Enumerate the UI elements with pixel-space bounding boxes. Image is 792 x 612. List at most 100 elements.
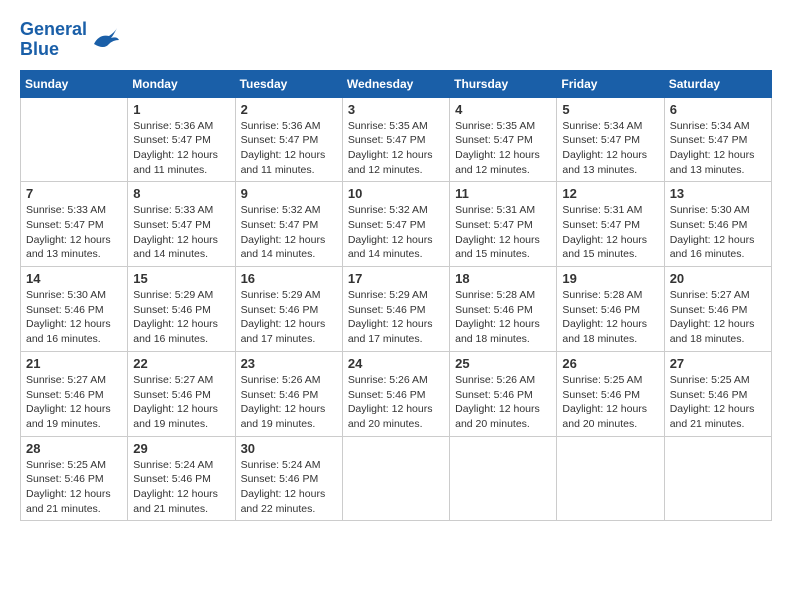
calendar-cell — [450, 436, 557, 521]
calendar-cell: 21 Sunrise: 5:27 AM Sunset: 5:46 PM Dayli… — [21, 351, 128, 436]
calendar-cell: 27 Sunrise: 5:25 AM Sunset: 5:46 PM Dayli… — [664, 351, 771, 436]
calendar-cell: 12 Sunrise: 5:31 AM Sunset: 5:47 PM Dayli… — [557, 182, 664, 267]
day-number: 25 — [455, 356, 551, 371]
calendar-cell: 29 Sunrise: 5:24 AM Sunset: 5:46 PM Dayli… — [128, 436, 235, 521]
day-info: Sunrise: 5:24 AM Sunset: 5:46 PM Dayligh… — [241, 458, 337, 517]
weekday-friday: Friday — [557, 70, 664, 97]
day-info: Sunrise: 5:33 AM Sunset: 5:47 PM Dayligh… — [133, 203, 229, 262]
weekday-wednesday: Wednesday — [342, 70, 449, 97]
day-number: 22 — [133, 356, 229, 371]
calendar-cell: 10Sunrise: 5:32 AM Sunset: 5:47 PM Dayli… — [342, 182, 449, 267]
day-number: 27 — [670, 356, 766, 371]
day-number: 10 — [348, 186, 444, 201]
day-number: 9 — [241, 186, 337, 201]
calendar-cell: 26 Sunrise: 5:25 AM Sunset: 5:46 PM Dayli… — [557, 351, 664, 436]
calendar-cell: 13Sunrise: 5:30 AM Sunset: 5:46 PM Dayli… — [664, 182, 771, 267]
calendar-cell: 3 Sunrise: 5:35 AM Sunset: 5:47 PM Daylig… — [342, 97, 449, 182]
calendar-cell: 4Sunrise: 5:35 AM Sunset: 5:47 PM Daylig… — [450, 97, 557, 182]
day-info: Sunrise: 5:36 AM Sunset: 5:47 PM Dayligh… — [133, 119, 229, 178]
day-info: Sunrise: 5:28 AM Sunset: 5:46 PM Dayligh… — [562, 288, 658, 347]
week-row-4: 21 Sunrise: 5:27 AM Sunset: 5:46 PM Dayli… — [21, 351, 772, 436]
day-info: Sunrise: 5:27 AM Sunset: 5:46 PM Dayligh… — [670, 288, 766, 347]
day-info: Sunrise: 5:27 AM Sunset: 5:46 PM Dayligh… — [133, 373, 229, 432]
calendar-cell — [664, 436, 771, 521]
calendar-cell: 1 Sunrise: 5:36 AM Sunset: 5:47 PM Daylig… — [128, 97, 235, 182]
day-number: 30 — [241, 441, 337, 456]
day-info: Sunrise: 5:28 AM Sunset: 5:46 PM Dayligh… — [455, 288, 551, 347]
week-row-1: 1 Sunrise: 5:36 AM Sunset: 5:47 PM Daylig… — [21, 97, 772, 182]
day-number: 6 — [670, 102, 766, 117]
calendar-cell: 20Sunrise: 5:27 AM Sunset: 5:46 PM Dayli… — [664, 267, 771, 352]
calendar-cell — [557, 436, 664, 521]
weekday-sunday: Sunday — [21, 70, 128, 97]
day-info: Sunrise: 5:25 AM Sunset: 5:46 PM Dayligh… — [26, 458, 122, 517]
calendar-cell: 22 Sunrise: 5:27 AM Sunset: 5:46 PM Dayli… — [128, 351, 235, 436]
day-info: Sunrise: 5:34 AM Sunset: 5:47 PM Dayligh… — [562, 119, 658, 178]
day-info: Sunrise: 5:31 AM Sunset: 5:47 PM Dayligh… — [455, 203, 551, 262]
calendar-cell: 19 Sunrise: 5:28 AM Sunset: 5:46 PM Dayli… — [557, 267, 664, 352]
calendar-cell: 23Sunrise: 5:26 AM Sunset: 5:46 PM Dayli… — [235, 351, 342, 436]
calendar-cell: 24Sunrise: 5:26 AM Sunset: 5:46 PM Dayli… — [342, 351, 449, 436]
day-info: Sunrise: 5:33 AM Sunset: 5:47 PM Dayligh… — [26, 203, 122, 262]
day-info: Sunrise: 5:31 AM Sunset: 5:47 PM Dayligh… — [562, 203, 658, 262]
calendar-cell: 7 Sunrise: 5:33 AM Sunset: 5:47 PM Daylig… — [21, 182, 128, 267]
day-number: 11 — [455, 186, 551, 201]
logo-icon — [89, 26, 119, 54]
day-number: 4 — [455, 102, 551, 117]
calendar-cell: 9Sunrise: 5:32 AM Sunset: 5:47 PM Daylig… — [235, 182, 342, 267]
calendar-cell: 30 Sunrise: 5:24 AM Sunset: 5:46 PM Dayli… — [235, 436, 342, 521]
calendar-cell — [342, 436, 449, 521]
weekday-saturday: Saturday — [664, 70, 771, 97]
day-number: 28 — [26, 441, 122, 456]
calendar-cell: 11 Sunrise: 5:31 AM Sunset: 5:47 PM Dayli… — [450, 182, 557, 267]
day-info: Sunrise: 5:35 AM Sunset: 5:47 PM Dayligh… — [348, 119, 444, 178]
calendar-cell: 5 Sunrise: 5:34 AM Sunset: 5:47 PM Daylig… — [557, 97, 664, 182]
day-info: Sunrise: 5:29 AM Sunset: 5:46 PM Dayligh… — [133, 288, 229, 347]
day-number: 24 — [348, 356, 444, 371]
day-number: 18 — [455, 271, 551, 286]
calendar-cell: 25Sunrise: 5:26 AM Sunset: 5:46 PM Dayli… — [450, 351, 557, 436]
calendar-cell: 2 Sunrise: 5:36 AM Sunset: 5:47 PM Daylig… — [235, 97, 342, 182]
calendar-cell: 14 Sunrise: 5:30 AM Sunset: 5:46 PM Dayli… — [21, 267, 128, 352]
weekday-monday: Monday — [128, 70, 235, 97]
day-number: 21 — [26, 356, 122, 371]
calendar-cell: 8 Sunrise: 5:33 AM Sunset: 5:47 PM Daylig… — [128, 182, 235, 267]
day-number: 15 — [133, 271, 229, 286]
day-number: 3 — [348, 102, 444, 117]
day-info: Sunrise: 5:24 AM Sunset: 5:46 PM Dayligh… — [133, 458, 229, 517]
day-number: 19 — [562, 271, 658, 286]
day-info: Sunrise: 5:30 AM Sunset: 5:46 PM Dayligh… — [26, 288, 122, 347]
week-row-3: 14 Sunrise: 5:30 AM Sunset: 5:46 PM Dayli… — [21, 267, 772, 352]
calendar-cell: 28 Sunrise: 5:25 AM Sunset: 5:46 PM Dayli… — [21, 436, 128, 521]
weekday-header-row: SundayMondayTuesdayWednesdayThursdayFrid… — [21, 70, 772, 97]
day-number: 5 — [562, 102, 658, 117]
day-number: 7 — [26, 186, 122, 201]
day-info: Sunrise: 5:36 AM Sunset: 5:47 PM Dayligh… — [241, 119, 337, 178]
day-info: Sunrise: 5:34 AM Sunset: 5:47 PM Dayligh… — [670, 119, 766, 178]
day-number: 17 — [348, 271, 444, 286]
day-number: 2 — [241, 102, 337, 117]
day-info: Sunrise: 5:27 AM Sunset: 5:46 PM Dayligh… — [26, 373, 122, 432]
calendar-cell: 17 Sunrise: 5:29 AM Sunset: 5:46 PM Dayli… — [342, 267, 449, 352]
calendar-table: SundayMondayTuesdayWednesdayThursdayFrid… — [20, 70, 772, 522]
day-info: Sunrise: 5:25 AM Sunset: 5:46 PM Dayligh… — [670, 373, 766, 432]
day-info: Sunrise: 5:29 AM Sunset: 5:46 PM Dayligh… — [241, 288, 337, 347]
day-number: 16 — [241, 271, 337, 286]
calendar-cell: 6 Sunrise: 5:34 AM Sunset: 5:47 PM Daylig… — [664, 97, 771, 182]
day-info: Sunrise: 5:30 AM Sunset: 5:46 PM Dayligh… — [670, 203, 766, 262]
week-row-2: 7 Sunrise: 5:33 AM Sunset: 5:47 PM Daylig… — [21, 182, 772, 267]
logo: GeneralBlue — [20, 20, 119, 60]
day-number: 12 — [562, 186, 658, 201]
day-number: 29 — [133, 441, 229, 456]
day-number: 1 — [133, 102, 229, 117]
calendar-cell — [21, 97, 128, 182]
calendar-cell: 18 Sunrise: 5:28 AM Sunset: 5:46 PM Dayli… — [450, 267, 557, 352]
day-number: 8 — [133, 186, 229, 201]
day-info: Sunrise: 5:25 AM Sunset: 5:46 PM Dayligh… — [562, 373, 658, 432]
day-number: 14 — [26, 271, 122, 286]
day-number: 23 — [241, 356, 337, 371]
day-number: 26 — [562, 356, 658, 371]
day-info: Sunrise: 5:29 AM Sunset: 5:46 PM Dayligh… — [348, 288, 444, 347]
week-row-5: 28 Sunrise: 5:25 AM Sunset: 5:46 PM Dayli… — [21, 436, 772, 521]
page-header: GeneralBlue — [20, 20, 772, 60]
